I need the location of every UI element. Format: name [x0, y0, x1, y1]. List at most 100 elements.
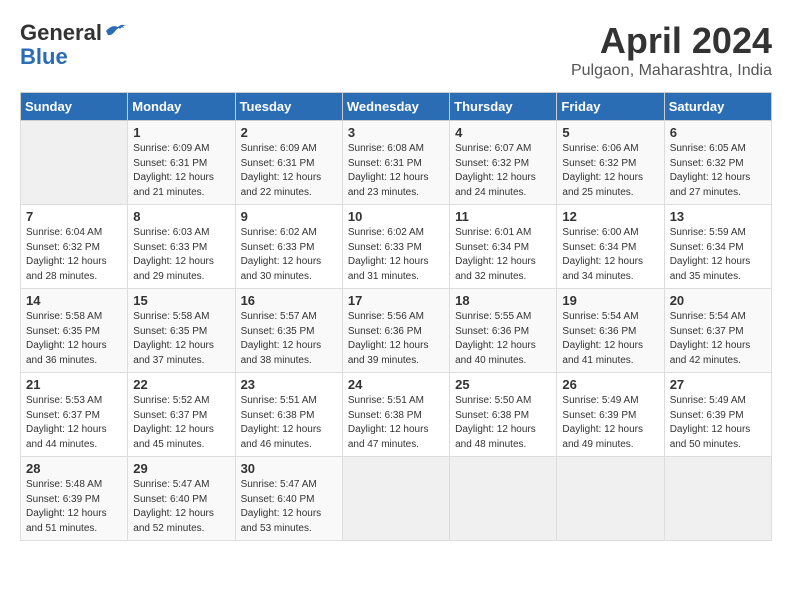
day-cell: 4Sunrise: 6:07 AMSunset: 6:32 PMDaylight… [450, 121, 557, 205]
day-number: 25 [455, 377, 551, 392]
day-number: 9 [241, 209, 337, 224]
day-number: 20 [670, 293, 766, 308]
column-header-tuesday: Tuesday [235, 93, 342, 121]
week-row-2: 7 Sunrise: 6:04 AMSunset: 6:32 PMDaylight… [21, 205, 772, 289]
day-number: 27 [670, 377, 766, 392]
day-number: 7 [26, 209, 122, 224]
day-info: Sunrise: 6:03 AMSunset: 6:33 PMDaylight:… [133, 226, 229, 284]
day-info: Sunrise: 6:08 AMSunset: 6:31 PMDaylight:… [348, 142, 444, 200]
column-header-sunday: Sunday [21, 93, 128, 121]
logo-general: General [20, 20, 102, 46]
day-number: 8 [133, 209, 229, 224]
day-cell: 5Sunrise: 6:06 AMSunset: 6:32 PMDaylight… [557, 121, 664, 205]
day-number: 15 [133, 293, 229, 308]
day-info: Sunrise: 5:47 AMSunset: 6:40 PMDaylight:… [241, 478, 337, 536]
day-info: Sunrise: 6:04 AMSunset: 6:32 PMDaylight:… [26, 226, 122, 284]
day-cell: 25 Sunrise: 5:50 AMSunset: 6:38 PMDayligh… [450, 373, 557, 457]
day-cell: 6 Sunrise: 6:05 AMSunset: 6:32 PMDaylight… [664, 121, 771, 205]
title-block: April 2024 Pulgaon, Maharashtra, India [571, 20, 772, 80]
day-number: 12 [562, 209, 658, 224]
day-number: 21 [26, 377, 122, 392]
day-number: 28 [26, 461, 122, 476]
day-cell [450, 457, 557, 541]
day-cell: 3 Sunrise: 6:08 AMSunset: 6:31 PMDaylight… [342, 121, 449, 205]
day-info: Sunrise: 5:53 AMSunset: 6:37 PMDaylight:… [26, 394, 122, 452]
day-cell: 21 Sunrise: 5:53 AMSunset: 6:37 PMDayligh… [21, 373, 128, 457]
day-info: Sunrise: 5:50 AMSunset: 6:38 PMDaylight:… [455, 394, 551, 452]
week-row-4: 21 Sunrise: 5:53 AMSunset: 6:37 PMDayligh… [21, 373, 772, 457]
day-cell: 9Sunrise: 6:02 AMSunset: 6:33 PMDaylight… [235, 205, 342, 289]
day-cell: 30 Sunrise: 5:47 AMSunset: 6:40 PMDayligh… [235, 457, 342, 541]
day-info: Sunrise: 6:01 AMSunset: 6:34 PMDaylight:… [455, 226, 551, 284]
day-info: Sunrise: 5:52 AMSunset: 6:37 PMDaylight:… [133, 394, 229, 452]
day-cell: 8 Sunrise: 6:03 AMSunset: 6:33 PMDaylight… [128, 205, 235, 289]
day-cell: 2Sunrise: 6:09 AMSunset: 6:31 PMDaylight… [235, 121, 342, 205]
day-info: Sunrise: 5:47 AMSunset: 6:40 PMDaylight:… [133, 478, 229, 536]
day-cell: 10Sunrise: 6:02 AMSunset: 6:33 PMDayligh… [342, 205, 449, 289]
day-number: 13 [670, 209, 766, 224]
day-cell: 24 Sunrise: 5:51 AMSunset: 6:38 PMDayligh… [342, 373, 449, 457]
day-number: 1 [133, 125, 229, 140]
day-info: Sunrise: 5:49 AMSunset: 6:39 PMDaylight:… [670, 394, 766, 452]
day-info: Sunrise: 6:09 AMSunset: 6:31 PMDaylight:… [133, 142, 229, 200]
week-row-3: 14 Sunrise: 5:58 AMSunset: 6:35 PMDayligh… [21, 289, 772, 373]
day-number: 17 [348, 293, 444, 308]
day-info: Sunrise: 5:59 AMSunset: 6:34 PMDaylight:… [670, 226, 766, 284]
column-header-monday: Monday [128, 93, 235, 121]
day-cell: 28 Sunrise: 5:48 AMSunset: 6:39 PMDayligh… [21, 457, 128, 541]
day-number: 30 [241, 461, 337, 476]
day-info: Sunrise: 5:54 AMSunset: 6:37 PMDaylight:… [670, 310, 766, 368]
day-cell: 13 Sunrise: 5:59 AMSunset: 6:34 PMDayligh… [664, 205, 771, 289]
week-row-1: 1 Sunrise: 6:09 AMSunset: 6:31 PMDaylight… [21, 121, 772, 205]
day-cell: 29 Sunrise: 5:47 AMSunset: 6:40 PMDayligh… [128, 457, 235, 541]
page-header: General Blue April 2024 Pulgaon, Maharas… [20, 20, 772, 80]
day-number: 22 [133, 377, 229, 392]
day-info: Sunrise: 6:05 AMSunset: 6:32 PMDaylight:… [670, 142, 766, 200]
column-header-friday: Friday [557, 93, 664, 121]
day-number: 4 [455, 125, 551, 140]
day-cell: 27 Sunrise: 5:49 AMSunset: 6:39 PMDayligh… [664, 373, 771, 457]
month-title: April 2024 [571, 20, 772, 62]
day-cell: 1 Sunrise: 6:09 AMSunset: 6:31 PMDaylight… [128, 121, 235, 205]
day-cell: 15 Sunrise: 5:58 AMSunset: 6:35 PMDayligh… [128, 289, 235, 373]
day-number: 10 [348, 209, 444, 224]
day-number: 14 [26, 293, 122, 308]
week-row-5: 28 Sunrise: 5:48 AMSunset: 6:39 PMDayligh… [21, 457, 772, 541]
day-number: 6 [670, 125, 766, 140]
day-number: 3 [348, 125, 444, 140]
logo: General Blue [20, 20, 126, 70]
day-cell: 23 Sunrise: 5:51 AMSunset: 6:38 PMDayligh… [235, 373, 342, 457]
day-number: 5 [562, 125, 658, 140]
day-cell: 18 Sunrise: 5:55 AMSunset: 6:36 PMDayligh… [450, 289, 557, 373]
day-info: Sunrise: 6:00 AMSunset: 6:34 PMDaylight:… [562, 226, 658, 284]
day-cell: 11 Sunrise: 6:01 AMSunset: 6:34 PMDayligh… [450, 205, 557, 289]
day-number: 26 [562, 377, 658, 392]
column-header-saturday: Saturday [664, 93, 771, 121]
day-info: Sunrise: 5:56 AMSunset: 6:36 PMDaylight:… [348, 310, 444, 368]
day-number: 16 [241, 293, 337, 308]
day-info: Sunrise: 5:48 AMSunset: 6:39 PMDaylight:… [26, 478, 122, 536]
day-cell [664, 457, 771, 541]
day-cell: 20 Sunrise: 5:54 AMSunset: 6:37 PMDayligh… [664, 289, 771, 373]
day-number: 18 [455, 293, 551, 308]
day-cell: 17 Sunrise: 5:56 AMSunset: 6:36 PMDayligh… [342, 289, 449, 373]
column-header-wednesday: Wednesday [342, 93, 449, 121]
day-number: 19 [562, 293, 658, 308]
day-info: Sunrise: 5:51 AMSunset: 6:38 PMDaylight:… [241, 394, 337, 452]
day-number: 23 [241, 377, 337, 392]
day-cell [342, 457, 449, 541]
day-cell [557, 457, 664, 541]
day-number: 11 [455, 209, 551, 224]
day-info: Sunrise: 5:49 AMSunset: 6:39 PMDaylight:… [562, 394, 658, 452]
day-number: 24 [348, 377, 444, 392]
day-cell: 16Sunrise: 5:57 AMSunset: 6:35 PMDayligh… [235, 289, 342, 373]
day-info: Sunrise: 5:55 AMSunset: 6:36 PMDaylight:… [455, 310, 551, 368]
day-cell: 14 Sunrise: 5:58 AMSunset: 6:35 PMDayligh… [21, 289, 128, 373]
day-info: Sunrise: 5:54 AMSunset: 6:36 PMDaylight:… [562, 310, 658, 368]
day-number: 29 [133, 461, 229, 476]
day-cell [21, 121, 128, 205]
day-info: Sunrise: 5:58 AMSunset: 6:35 PMDaylight:… [26, 310, 122, 368]
day-info: Sunrise: 6:09 AMSunset: 6:31 PMDaylight:… [241, 142, 337, 200]
day-info: Sunrise: 5:51 AMSunset: 6:38 PMDaylight:… [348, 394, 444, 452]
day-info: Sunrise: 5:58 AMSunset: 6:35 PMDaylight:… [133, 310, 229, 368]
